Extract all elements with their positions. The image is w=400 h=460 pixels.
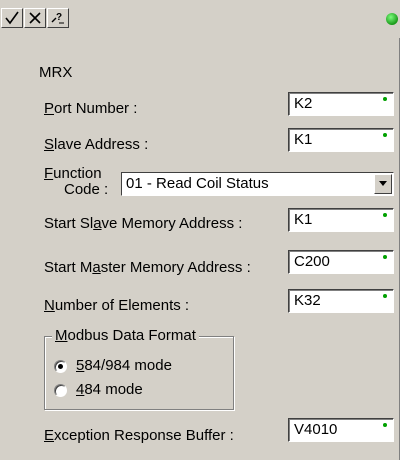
instruction-title: MRX — [39, 64, 73, 81]
radio-584-984-label[interactable]: 584/984 mode — [76, 357, 172, 374]
status-dot — [383, 423, 387, 427]
status-dot — [383, 133, 387, 137]
status-led — [386, 13, 398, 25]
start-master-address-value: C200 — [294, 253, 330, 270]
function-code-label-line2: Code : — [64, 181, 109, 198]
number-of-elements-value: K32 — [294, 292, 321, 309]
svg-text:?: ? — [56, 12, 62, 23]
start-slave-address-label: Start Slave Memory Address : — [44, 215, 243, 232]
cancel-button[interactable] — [24, 8, 46, 28]
number-of-elements-label: Number of Elements : — [44, 297, 190, 314]
radio-selected-indicator — [58, 364, 63, 369]
radio-484-label[interactable]: 484 mode — [76, 381, 143, 398]
radio-584-984-mode[interactable] — [54, 360, 67, 373]
status-dot — [383, 97, 387, 101]
dropdown-arrow-button[interactable] — [374, 174, 392, 194]
port-number-field[interactable]: K2 — [288, 92, 394, 116]
radio-484-mode[interactable] — [54, 384, 67, 397]
function-code-value: 01 - Read Coil Status — [126, 175, 269, 192]
port-number-value: K2 — [294, 95, 313, 112]
start-slave-address-value: K1 — [294, 211, 313, 228]
help-icon: ? — [51, 12, 64, 24]
exception-response-buffer-value: V4010 — [294, 421, 338, 438]
chevron-down-icon — [379, 181, 387, 186]
exception-response-buffer-label: Exception Response Buffer : — [44, 427, 234, 444]
x-icon — [29, 12, 41, 24]
status-dot — [383, 294, 387, 298]
slave-address-value: K1 — [294, 131, 313, 148]
function-code-label-line1: Function — [44, 165, 102, 182]
slave-address-field[interactable]: K1 — [288, 128, 394, 152]
slave-address-label: Slave Address : — [44, 136, 149, 153]
start-master-address-label: Start Master Memory Address : — [44, 259, 251, 276]
check-icon — [5, 11, 19, 25]
help-button[interactable]: ? — [47, 8, 69, 28]
start-master-address-field[interactable]: C200 — [288, 250, 394, 274]
status-dot — [383, 213, 387, 217]
modbus-data-format-title: Modbus Data Format — [52, 327, 199, 344]
function-code-select[interactable]: 01 - Read Coil Status — [121, 172, 394, 196]
accept-button[interactable] — [1, 8, 23, 28]
status-dot — [383, 255, 387, 259]
mrx-dialog: ? MRX Port Number : K2 Slave Address : K… — [0, 0, 400, 460]
start-slave-address-field[interactable]: K1 — [288, 208, 394, 232]
port-number-label: Port Number : — [44, 100, 138, 117]
toolbar: ? — [0, 0, 400, 38]
number-of-elements-field[interactable]: K32 — [288, 289, 394, 313]
exception-response-buffer-field[interactable]: V4010 — [288, 418, 394, 442]
